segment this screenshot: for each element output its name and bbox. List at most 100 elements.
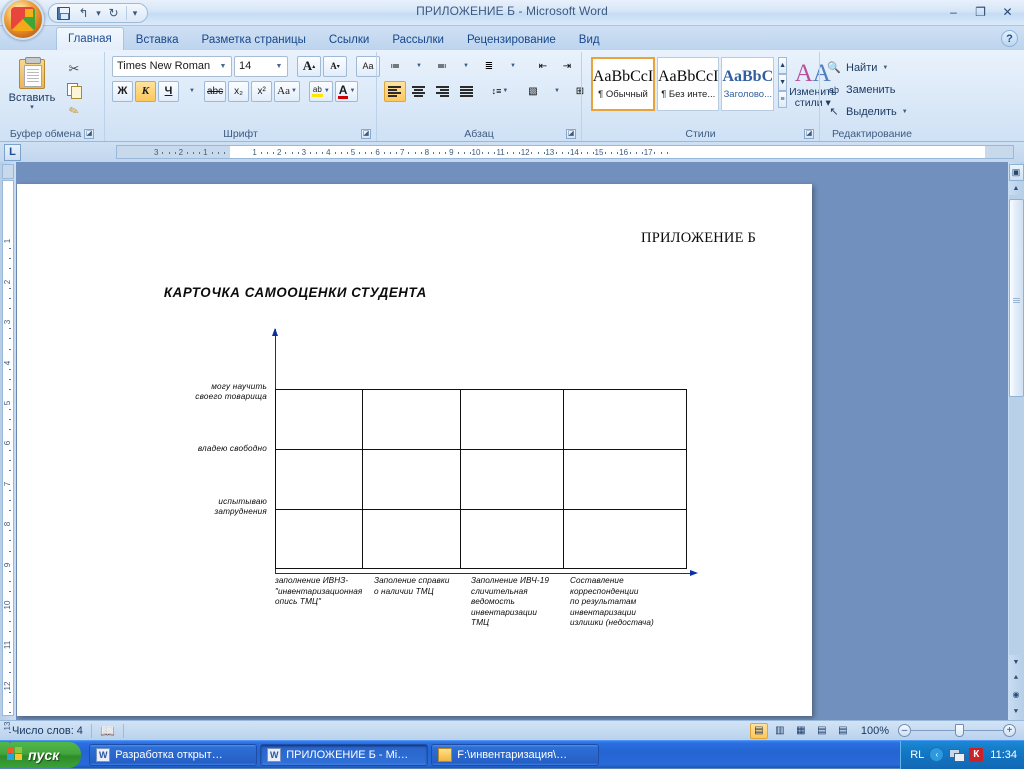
subscript-button[interactable]: x₂: [228, 81, 249, 102]
antivirus-icon[interactable]: К: [969, 748, 983, 762]
taskbar-item-0[interactable]: W Разработка открыт…: [89, 744, 257, 766]
start-button[interactable]: пуск: [0, 742, 81, 768]
zoom-slider[interactable]: – +: [898, 724, 1016, 737]
help-button[interactable]: ?: [1001, 30, 1018, 47]
tab-page-layout[interactable]: Разметка страницы: [191, 29, 317, 50]
zoom-out-button[interactable]: –: [898, 724, 911, 737]
underline-dropdown[interactable]: ▼: [181, 81, 202, 102]
style-no-spacing[interactable]: AaBbCcI ¶ Без инте...: [657, 57, 719, 111]
zoom-level-label[interactable]: 100%: [855, 725, 895, 737]
close-button[interactable]: ✕: [995, 2, 1020, 21]
underline-button[interactable]: Ч: [158, 81, 179, 102]
tab-home[interactable]: Главная: [56, 27, 124, 50]
font-size-combo[interactable]: 14 ▼: [234, 56, 288, 77]
minimize-button[interactable]: –: [941, 2, 966, 21]
taskbar-item-1[interactable]: W ПРИЛОЖЕНИЕ Б - Mi…: [260, 744, 428, 766]
superscript-button[interactable]: x²: [251, 81, 272, 102]
restore-button[interactable]: ❐: [968, 2, 993, 21]
strikethrough-button[interactable]: abc: [204, 81, 226, 102]
view-full-screen-reading-button[interactable]: ▥: [771, 723, 789, 739]
taskbar-item-2[interactable]: F:\инвентаризация\…: [431, 744, 599, 766]
font-name-combo[interactable]: Times New Roman ▼: [112, 56, 232, 77]
language-indicator[interactable]: RL: [910, 749, 924, 761]
scroll-track[interactable]: [1009, 195, 1024, 655]
numbering-dropdown[interactable]: ▼: [455, 56, 476, 77]
decrease-indent-button[interactable]: ⇤: [532, 56, 554, 77]
line-spacing-icon: ↕≡: [492, 86, 502, 96]
horizontal-ruler[interactable]: 3211234567891011121314151617: [116, 145, 1014, 159]
change-case-button[interactable]: Aa ▼: [274, 81, 300, 102]
shrink-font-button[interactable]: A▾: [323, 56, 347, 77]
status-right-group: ▤ ▥ ▦ ▤ ▤ 100% – +: [750, 723, 1020, 739]
numbering-button[interactable]: ≕: [431, 56, 453, 77]
tab-mailings[interactable]: Рассылки: [381, 29, 455, 50]
styles-more-button[interactable]: ≡: [778, 91, 787, 108]
multilevel-dropdown[interactable]: ▼: [502, 56, 523, 77]
previous-page-button[interactable]: ⯅: [1009, 669, 1024, 686]
copy-button[interactable]: [63, 80, 85, 100]
highlight-button[interactable]: ab ▼: [309, 81, 333, 102]
style-heading-1[interactable]: AaBbC Заголово...: [721, 57, 774, 111]
styles-scrollbar[interactable]: ▲ ▼ ≡: [778, 57, 787, 108]
bullets-dropdown[interactable]: ▼: [408, 56, 429, 77]
multilevel-list-button[interactable]: ≣: [478, 56, 500, 77]
zoom-thumb[interactable]: [955, 724, 964, 737]
shading-dropdown[interactable]: ▼: [546, 81, 567, 102]
find-button[interactable]: 🔍 Найти ▼: [823, 57, 891, 78]
clock[interactable]: 11:34: [988, 749, 1017, 761]
view-web-layout-button[interactable]: ▦: [792, 723, 810, 739]
align-right-button[interactable]: [432, 81, 454, 102]
paste-button[interactable]: Вставить ▾: [3, 55, 61, 111]
styles-scroll-down-button[interactable]: ▼: [778, 74, 787, 91]
scroll-up-button[interactable]: ▲: [1009, 181, 1024, 195]
font-dialog-launcher[interactable]: ◪: [361, 129, 371, 139]
zoom-track[interactable]: [911, 730, 1003, 731]
show-hidden-icons-button[interactable]: ‹: [929, 747, 944, 762]
word-count-label[interactable]: Число слов: 4: [4, 725, 91, 737]
document-area[interactable]: ПРИЛОЖЕНИЕ Б КАРТОЧКА САМООЦЕНКИ СТУДЕНТ…: [16, 162, 1008, 720]
document-page[interactable]: ПРИЛОЖЕНИЕ Б КАРТОЧКА САМООЦЕНКИ СТУДЕНТ…: [17, 184, 812, 716]
paragraph-dialog-launcher[interactable]: ◪: [566, 129, 576, 139]
styles-scroll-up-button[interactable]: ▲: [778, 57, 787, 74]
next-page-button[interactable]: ⯆: [1009, 703, 1024, 720]
scroll-down-button[interactable]: ▼: [1009, 655, 1024, 669]
scroll-thumb[interactable]: [1009, 199, 1024, 397]
tab-stop-selector[interactable]: L: [4, 144, 21, 161]
tab-review[interactable]: Рецензирование: [456, 29, 567, 50]
styles-dialog-launcher[interactable]: ◪: [804, 129, 814, 139]
increase-indent-button[interactable]: ⇥: [556, 56, 578, 77]
clipboard-dialog-launcher[interactable]: ◪: [84, 129, 94, 139]
chevron-down-icon: ▼: [273, 63, 285, 70]
cut-button[interactable]: ✂: [63, 59, 85, 79]
font-color-button[interactable]: A ▼: [335, 81, 359, 102]
shading-button[interactable]: ▧: [522, 81, 544, 102]
replace-button[interactable]: ab Заменить: [823, 79, 898, 100]
view-draft-button[interactable]: ▤: [834, 723, 852, 739]
office-button[interactable]: [2, 0, 44, 40]
align-center-button[interactable]: [408, 81, 430, 102]
tab-references[interactable]: Ссылки: [318, 29, 381, 50]
style-normal[interactable]: AaBbCcI ¶ Обычный: [591, 57, 655, 111]
vertical-scrollbar[interactable]: ▣ ▲ ▼ ⯅ ◉ ⯆: [1008, 162, 1024, 720]
view-print-layout-button[interactable]: ▤: [750, 723, 768, 739]
italic-button[interactable]: К: [135, 81, 156, 102]
tab-insert[interactable]: Вставка: [125, 29, 190, 50]
split-box-button[interactable]: ▣: [1009, 164, 1024, 181]
ruler-tick: [162, 152, 163, 154]
vertical-ruler[interactable]: 12345678910111213: [0, 162, 16, 720]
select-button[interactable]: ↖ Выделить ▼: [823, 101, 911, 122]
ruler-tick: [341, 152, 342, 154]
view-outline-button[interactable]: ▤: [813, 723, 831, 739]
network-icon[interactable]: [949, 748, 964, 761]
bullets-button[interactable]: ≔: [384, 56, 406, 77]
format-painter-button[interactable]: ✎: [63, 101, 85, 121]
zoom-in-button[interactable]: +: [1003, 724, 1016, 737]
align-left-button[interactable]: [384, 81, 406, 102]
tab-view[interactable]: Вид: [568, 29, 611, 50]
line-spacing-button[interactable]: ↕≡▼: [487, 81, 513, 102]
grow-font-button[interactable]: A▴: [297, 56, 321, 77]
select-browse-object-button[interactable]: ◉: [1009, 686, 1024, 703]
justify-button[interactable]: [456, 81, 478, 102]
bold-button[interactable]: Ж: [112, 81, 133, 102]
proofing-status-button[interactable]: 📖: [92, 724, 123, 738]
